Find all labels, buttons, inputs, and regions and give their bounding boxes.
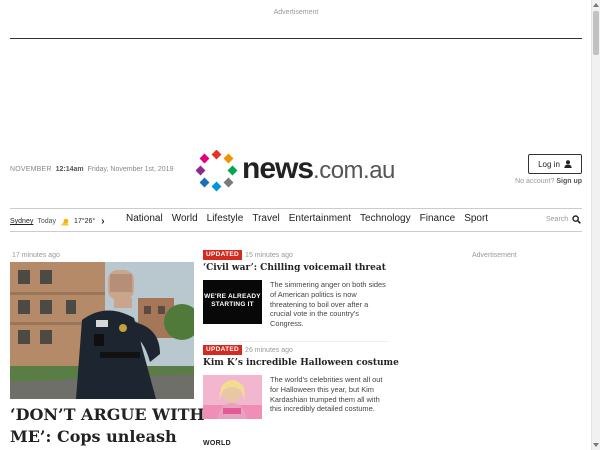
story-summary: The simmering anger on both sides of Ame…: [270, 280, 386, 329]
no-account-text: No account?: [515, 178, 555, 185]
top-ad-label: Advertisement: [273, 9, 319, 16]
story-timestamp: 26 minutes ago: [245, 346, 293, 354]
police-officer-photo: [10, 262, 194, 399]
story-thumbnail[interactable]: WE'RE ALREADY STARTING IT: [203, 280, 262, 324]
search-icon[interactable]: [572, 215, 582, 224]
story-thumbnail[interactable]: [203, 375, 262, 419]
story-summary: The world’s celebrities went all out for…: [270, 375, 383, 414]
weather-day: Today: [37, 218, 57, 225]
story-body: The world’s celebrities went all out for…: [203, 375, 389, 419]
story-card[interactable]: UPDATED 15 minutes ago ‘Civil war’: Chil…: [203, 250, 389, 329]
lead-story-headline[interactable]: ‘DON’T ARGUE WITH ME’: Cops unleash: [10, 404, 210, 448]
search-control[interactable]: Search: [546, 215, 582, 224]
story-meta: UPDATED 15 minutes ago: [203, 250, 389, 260]
site-logo[interactable]: news.com.au: [196, 150, 401, 192]
partly-cloudy-icon: [61, 218, 70, 225]
section-heading-world[interactable]: WORLD: [203, 440, 231, 447]
story-headline[interactable]: ‘Civil war’: Chilling voicemail threat: [203, 263, 389, 273]
nav-item-finance[interactable]: Finance: [420, 213, 456, 224]
weather-city[interactable]: Sydney: [10, 218, 33, 225]
nav-item-world[interactable]: World: [172, 213, 198, 224]
date-month: NOVEMBER: [10, 166, 52, 173]
nav-item-technology[interactable]: Technology: [360, 213, 411, 224]
chevron-right-icon[interactable]: ›: [101, 216, 104, 227]
logo-tld: .com.au: [313, 157, 395, 184]
halloween-costume-photo: [203, 375, 262, 419]
nav-item-sport[interactable]: Sport: [464, 213, 488, 224]
story-body: WE'RE ALREADY STARTING IT The simmering …: [203, 280, 389, 329]
nav-divider-top: [10, 208, 582, 209]
search-label[interactable]: Search: [546, 216, 568, 223]
logo-wordmark: news.com.au: [242, 152, 395, 188]
nav-item-entertainment[interactable]: Entertainment: [289, 213, 351, 224]
updated-badge: UPDATED: [203, 345, 243, 355]
weather-widget[interactable]: Sydney Today 17°26° ›: [10, 216, 105, 227]
scroll-down-arrow-icon[interactable]: [593, 443, 599, 447]
story-headline[interactable]: Kim K’s incredible Halloween costume: [203, 358, 399, 368]
scroll-thumb[interactable]: [593, 11, 599, 55]
weather-temps: 17°26°: [74, 218, 96, 225]
story-meta: UPDATED 26 minutes ago: [203, 345, 389, 355]
nav-item-national[interactable]: National: [126, 213, 163, 224]
scroll-up-arrow-icon[interactable]: [593, 3, 599, 7]
page-scrollbar[interactable]: [591, 0, 600, 450]
nav-divider-bottom: [10, 231, 582, 232]
nav-item-travel[interactable]: Travel: [252, 213, 279, 224]
story-card[interactable]: UPDATED 26 minutes ago Kim K’s incredibl…: [203, 345, 399, 419]
login-label: Log in: [538, 159, 560, 169]
news-logo-dots-icon: [196, 150, 238, 192]
user-icon: [564, 160, 572, 168]
lead-story-image[interactable]: [10, 262, 194, 399]
lead-story-timestamp: 17 minutes ago: [12, 252, 60, 259]
current-time: 12:14am: [55, 166, 84, 173]
main-nav: National World Lifestyle Travel Entertai…: [126, 213, 488, 224]
story-timestamp: 15 minutes ago: [245, 251, 293, 259]
nav-item-lifestyle[interactable]: Lifestyle: [207, 213, 244, 224]
date-full: Friday, November 1st, 2019: [87, 166, 174, 173]
logo-text: news: [242, 152, 314, 185]
updated-badge: UPDATED: [203, 250, 243, 260]
thumbnail-caption: WE'RE ALREADY STARTING IT: [204, 293, 261, 308]
date-line: NOVEMBER 12:14am Friday, November 1st, 2…: [10, 166, 173, 173]
login-button[interactable]: Log in: [528, 154, 582, 174]
story-divider: [203, 341, 389, 342]
top-ad-divider: [10, 38, 582, 39]
right-ad-label: Advertisement: [472, 252, 517, 259]
signup-link[interactable]: Sign up: [556, 178, 582, 185]
signup-line: No account? Sign up: [486, 178, 582, 185]
